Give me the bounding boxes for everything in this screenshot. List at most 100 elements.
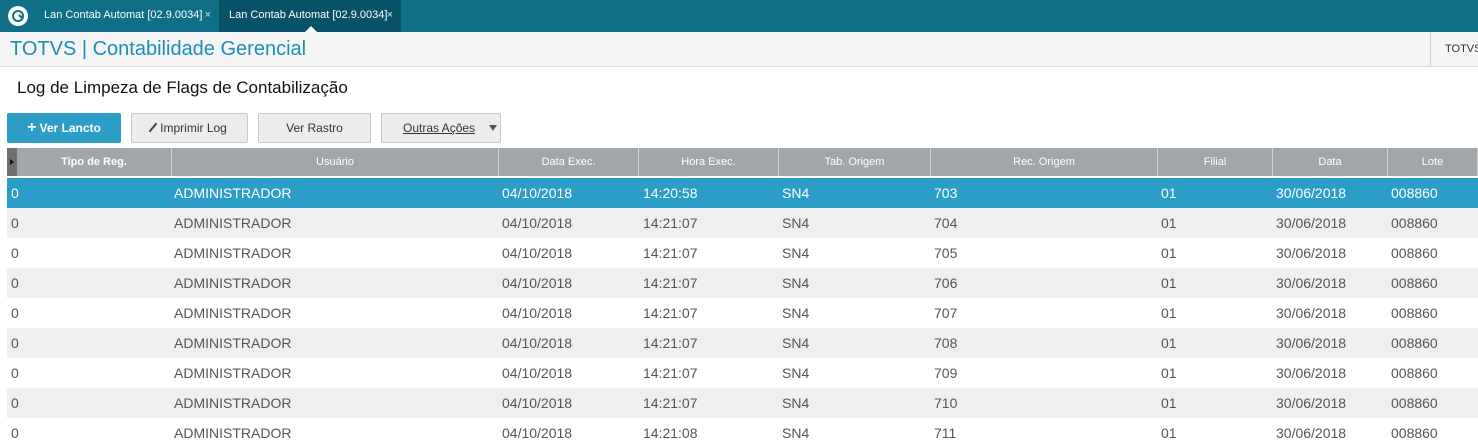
cell-data: 30/06/2018 <box>1276 275 1347 291</box>
cell-filial: 01 <box>1161 215 1177 231</box>
column-header-filial[interactable]: Filial <box>1158 148 1273 176</box>
ver-rastro-button[interactable]: Ver Rastro <box>258 113 371 143</box>
tab-lan-contab-1[interactable]: Lan Contab Automat [02.9.0034] × <box>34 0 219 32</box>
cell-lote: 008860 <box>1391 395 1438 411</box>
column-header-lote[interactable]: Lote <box>1388 148 1478 176</box>
cell-tipo-reg: 0 <box>11 305 19 321</box>
chevron-down-icon <box>489 125 497 131</box>
cell-tab-origem: SN4 <box>782 215 810 231</box>
cell-tab-origem: SN4 <box>782 395 810 411</box>
cell-filial: 01 <box>1161 245 1177 261</box>
column-header-tab-origem[interactable]: Tab. Origem <box>779 148 931 176</box>
cell-hora-exec: 14:21:07 <box>643 395 698 411</box>
cell-data-exec: 04/10/2018 <box>502 305 573 321</box>
cell-data-exec: 04/10/2018 <box>502 245 573 261</box>
cell-rec-origem: 711 <box>934 425 957 441</box>
table-row[interactable]: 0 ADMINISTRADOR 04/10/2018 14:21:07 SN4 706 01… <box>7 268 1478 298</box>
ver-lancto-button[interactable]: + Ver Lancto <box>7 113 121 143</box>
cell-filial: 01 <box>1161 335 1177 351</box>
imprimir-log-label: Imprimir Log <box>160 121 227 135</box>
cell-rec-origem: 709 <box>934 365 958 381</box>
imprimir-log-button[interactable]: Imprimir Log <box>131 113 248 143</box>
cell-data: 30/06/2018 <box>1276 185 1347 201</box>
cell-lote: 008860 <box>1391 425 1438 441</box>
column-header-rec-origem[interactable]: Rec. Origem <box>931 148 1158 176</box>
cell-filial: 01 <box>1161 275 1177 291</box>
outras-acoes-label: Outras Ações <box>403 121 476 135</box>
cell-hora-exec: 14:21:07 <box>643 245 698 261</box>
cell-hora-exec: 14:21:07 <box>643 215 698 231</box>
cell-hora-exec: 14:21:07 <box>643 365 698 381</box>
cell-filial: 01 <box>1161 305 1177 321</box>
page-title: Log de Limpeza de Flags de Contabilizaçã… <box>17 78 348 97</box>
cell-data-exec: 04/10/2018 <box>502 185 573 201</box>
close-icon[interactable]: × <box>387 0 393 30</box>
cell-data-exec: 04/10/2018 <box>502 335 573 351</box>
cell-tipo-reg: 0 <box>11 215 19 231</box>
cell-tipo-reg: 0 <box>11 275 19 291</box>
table-row[interactable]: 0 ADMINISTRADOR 04/10/2018 14:20:58 SN4 703 01… <box>7 178 1478 208</box>
cell-usuario: ADMINISTRADOR <box>174 275 292 291</box>
cell-data-exec: 04/10/2018 <box>502 275 573 291</box>
ver-lancto-label: Ver Lancto <box>39 121 101 135</box>
table-row[interactable]: 0 ADMINISTRADOR 04/10/2018 14:21:07 SN4 708 01… <box>7 328 1478 358</box>
cell-usuario: ADMINISTRADOR <box>174 215 292 231</box>
cell-tab-origem: SN4 <box>782 305 810 321</box>
cell-hora-exec: 14:21:07 <box>643 305 698 321</box>
cell-tipo-reg: 0 <box>11 245 19 261</box>
cell-hora-exec: 14:21:08 <box>643 425 698 441</box>
tab-lan-contab-2-active[interactable]: Lan Contab Automat [02.9.0034] × <box>219 0 401 32</box>
cell-data-exec: 04/10/2018 <box>502 395 573 411</box>
grid-header: Tipo de Reg. Usuário Data Exec. Hora Exe… <box>7 148 1478 176</box>
cell-data-exec: 04/10/2018 <box>502 425 573 441</box>
cell-usuario: ADMINISTRADOR <box>174 245 292 261</box>
cell-lote: 008860 <box>1391 275 1438 291</box>
cell-lote: 008860 <box>1391 185 1438 201</box>
table-row[interactable]: 0 ADMINISTRADOR 04/10/2018 14:21:07 SN4 705 01… <box>7 238 1478 268</box>
plus-icon: + <box>27 119 37 136</box>
cell-rec-origem: 708 <box>934 335 958 351</box>
cell-usuario: ADMINISTRADOR <box>174 425 292 441</box>
app-header: TOTVS | Contabilidade Gerencial TOTVS <box>0 32 1478 67</box>
column-header-data-exec[interactable]: Data Exec. <box>499 148 639 176</box>
cell-lote: 008860 <box>1391 365 1438 381</box>
cell-lote: 008860 <box>1391 305 1438 321</box>
cell-tab-origem: SN4 <box>782 335 810 351</box>
cell-rec-origem: 703 <box>934 185 958 201</box>
cell-data: 30/06/2018 <box>1276 245 1347 261</box>
totvs-logo-icon[interactable] <box>8 6 28 26</box>
cell-tab-origem: SN4 <box>782 245 810 261</box>
table-row[interactable]: 0 ADMINISTRADOR 04/10/2018 14:21:07 SN4 710 01… <box>7 388 1478 418</box>
outras-acoes-button[interactable]: Outras Ações <box>381 113 501 143</box>
cell-filial: 01 <box>1161 425 1177 441</box>
cell-tipo-reg: 0 <box>11 365 19 381</box>
cell-hora-exec: 14:20:58 <box>643 185 698 201</box>
column-header-tipo-reg[interactable]: Tipo de Reg. <box>17 148 172 176</box>
cell-data: 30/06/2018 <box>1276 425 1347 441</box>
cell-filial: 01 <box>1161 395 1177 411</box>
cell-rec-origem: 706 <box>934 275 958 291</box>
close-icon[interactable]: × <box>205 0 211 30</box>
cell-data: 30/06/2018 <box>1276 305 1347 321</box>
cell-tab-origem: SN4 <box>782 185 810 201</box>
cell-data: 30/06/2018 <box>1276 395 1347 411</box>
cell-data: 30/06/2018 <box>1276 215 1347 231</box>
cell-usuario: ADMINISTRADOR <box>174 395 292 411</box>
row-indicator-icon <box>7 148 17 176</box>
cell-lote: 008860 <box>1391 215 1438 231</box>
cell-filial: 01 <box>1161 185 1177 201</box>
header-user-label[interactable]: TOTVS <box>1430 32 1478 66</box>
table-row[interactable]: 0 ADMINISTRADOR 04/10/2018 14:21:08 SN4 711 01… <box>7 418 1478 448</box>
table-row[interactable]: 0 ADMINISTRADOR 04/10/2018 14:21:07 SN4 707 01… <box>7 298 1478 328</box>
cell-rec-origem: 705 <box>934 245 958 261</box>
cell-usuario: ADMINISTRADOR <box>174 185 292 201</box>
column-header-usuario[interactable]: Usuário <box>172 148 499 176</box>
cell-tab-origem: SN4 <box>782 365 810 381</box>
cell-rec-origem: 707 <box>934 305 958 321</box>
column-header-hora-exec[interactable]: Hora Exec. <box>639 148 779 176</box>
table-row[interactable]: 0 ADMINISTRADOR 04/10/2018 14:21:07 SN4 709 01… <box>7 358 1478 388</box>
column-header-data[interactable]: Data <box>1273 148 1388 176</box>
cell-rec-origem: 710 <box>934 395 958 411</box>
tab-label: Lan Contab Automat [02.9.0034] <box>44 9 203 21</box>
table-row[interactable]: 0 ADMINISTRADOR 04/10/2018 14:21:07 SN4 704 01… <box>7 208 1478 238</box>
